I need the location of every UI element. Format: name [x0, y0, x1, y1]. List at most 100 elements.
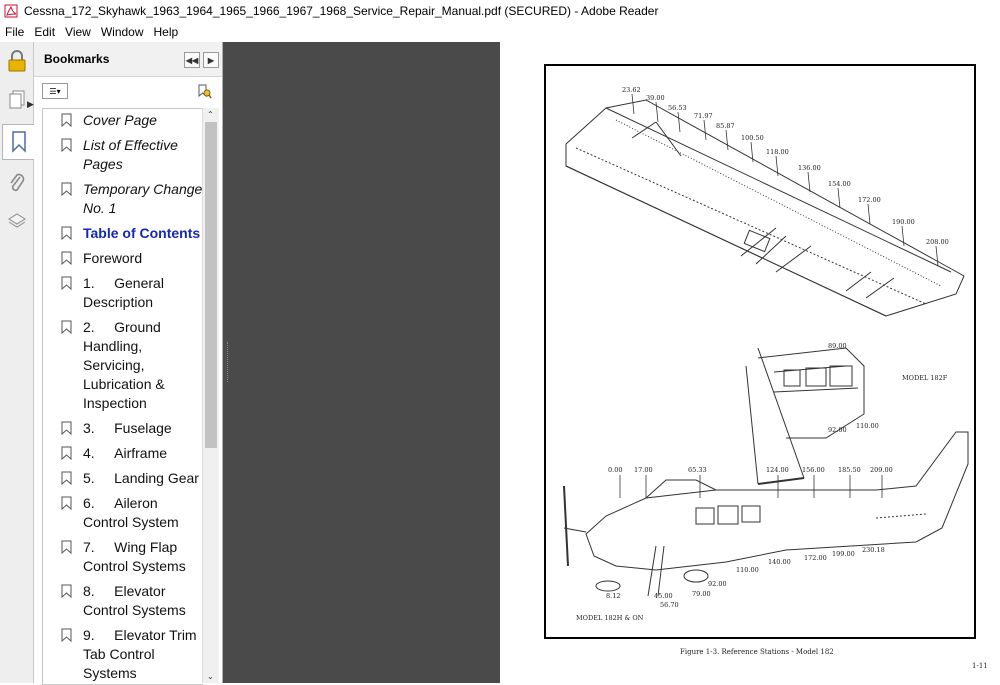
bookmark-item[interactable]: List of Effective Pages — [43, 134, 203, 178]
bookmark-item[interactable]: 2. Ground Handling, Servicing, Lubricati… — [43, 316, 203, 417]
station-label: 89.00 — [828, 342, 847, 350]
attachment-icon — [10, 173, 25, 192]
station-label: 172.00 — [858, 196, 881, 204]
page-thumbnails-button[interactable] — [4, 87, 30, 113]
station-label: 65.33 — [688, 466, 707, 474]
menu-bar: File Edit View Window Help — [0, 22, 1000, 43]
pages-icon — [9, 90, 25, 109]
bookmark-icon — [61, 113, 72, 127]
station-label: 209.00 — [870, 466, 893, 474]
bookmark-label: 2. Ground Handling, Servicing, Lubricati… — [83, 319, 165, 411]
bookmark-label: 3. Fuselage — [83, 420, 172, 436]
bookmarks-toolbar: ☰▾ — [34, 77, 222, 105]
leader-line — [631, 93, 635, 115]
leader-line — [807, 171, 811, 193]
station-label: 199.00 — [832, 550, 855, 558]
bookmark-list[interactable]: Cover Page List of Effective Pages Tempora… — [42, 108, 203, 685]
station-label: 56.53 — [668, 104, 687, 112]
bookmarks-panel-header: Bookmarks ◀◀ ▶ — [34, 42, 222, 77]
bookmark-label: 4. Airframe — [83, 445, 168, 461]
bookmark-item[interactable]: Table of Contents — [43, 222, 203, 247]
scroll-up-arrow[interactable]: ⌃ — [207, 110, 214, 119]
navigation-pane-toolbar: ▶ — [0, 42, 34, 683]
bookmark-item[interactable]: 7. Wing Flap Control Systems — [43, 536, 203, 580]
bookmark-icon — [61, 276, 72, 290]
bookmark-icon — [11, 131, 26, 153]
bookmark-icon — [61, 182, 72, 196]
station-label: MODEL 182F — [902, 374, 948, 382]
station-label: 71.97 — [694, 112, 713, 120]
pdf-page: 23.62 39.00 56.53 71.97 85.87 100.50 118.00 136… — [500, 42, 1000, 683]
layers-button[interactable] — [4, 208, 30, 234]
menu-window[interactable]: Window — [96, 25, 149, 39]
station-label: MODEL 182H & ON — [576, 614, 644, 622]
attachments-button[interactable] — [4, 170, 30, 196]
leader-line — [837, 187, 841, 209]
station-label: 208.00 — [926, 238, 949, 246]
bookmark-icon — [61, 421, 72, 435]
station-label: 39.00 — [646, 94, 665, 102]
bookmark-label: 7. Wing Flap Control Systems — [83, 539, 186, 574]
menu-view[interactable]: View — [60, 25, 96, 39]
figure-caption: Figure 1-3. Reference Stations - Model 1… — [680, 648, 834, 656]
reference-stations-figure: 23.62 39.0056.53 71.9785.87 100.50118.00 136… — [563, 86, 969, 622]
station-label: 110.00 — [736, 566, 759, 574]
menu-edit[interactable]: Edit — [29, 25, 60, 39]
bookmark-item[interactable]: 3. Fuselage — [43, 417, 203, 442]
station-label: 118.00 — [766, 148, 789, 156]
bookmark-item[interactable]: 1. General Description — [43, 272, 203, 316]
bookmarks-button[interactable] — [2, 124, 34, 160]
bookmark-label: Table of Contents — [83, 225, 201, 241]
bookmark-item[interactable]: 4. Airframe — [43, 442, 203, 467]
bookmarks-panel: Bookmarks ◀◀ ▶ ☰▾ Cover Page List of Effe… — [34, 42, 223, 685]
leader-line — [725, 129, 729, 151]
leader-line — [901, 225, 905, 247]
bookmark-label: 8. Elevator Control Systems — [83, 583, 186, 618]
station-label: 92.00 — [828, 426, 847, 434]
lock-icon — [8, 50, 26, 72]
expand-icon[interactable]: ▶ — [203, 52, 219, 68]
station-label: 154.00 — [828, 180, 851, 188]
leader-line — [677, 111, 681, 133]
bookmark-item[interactable]: Foreword — [43, 247, 203, 272]
bookmark-item[interactable]: 9. Elevator Trim Tab Control Systems — [43, 624, 203, 684]
bookmark-scrollbar[interactable]: ⌃ ⌄ — [202, 108, 219, 683]
bookmark-icon — [61, 540, 72, 554]
bookmarks-panel-title: Bookmarks — [44, 52, 110, 66]
bookmark-label: Temporary Change No. 1 — [83, 181, 203, 216]
scroll-thumb[interactable] — [205, 122, 217, 448]
options-icon[interactable]: ☰▾ — [42, 83, 68, 99]
menu-file[interactable]: File — [0, 25, 29, 39]
acrobat-icon — [4, 4, 18, 18]
bookmark-icon — [61, 628, 72, 642]
scroll-down-arrow[interactable]: ⌄ — [207, 672, 214, 681]
station-label: 190.00 — [892, 218, 915, 226]
figure-frame: 23.62 39.00 56.53 71.97 85.87 100.50 118.00 136… — [544, 64, 976, 639]
bookmark-label: 5. Landing Gear — [83, 470, 199, 486]
bookmark-icon — [61, 226, 72, 240]
station-label: 110.00 — [856, 422, 879, 430]
station-label: 140.00 — [768, 558, 791, 566]
station-label: 136.00 — [798, 164, 821, 172]
bookmark-item[interactable]: 5. Landing Gear — [43, 467, 203, 492]
security-button[interactable] — [4, 48, 30, 74]
collapse-icon[interactable]: ◀◀ — [184, 52, 200, 68]
pane-splitter[interactable] — [227, 342, 230, 382]
bookmark-icon — [61, 251, 72, 265]
find-bookmark-icon[interactable] — [196, 83, 212, 99]
bookmark-label: 9. Elevator Trim Tab Control Systems — [83, 627, 197, 681]
menu-help[interactable]: Help — [149, 25, 184, 39]
bookmark-item[interactable]: Cover Page — [43, 109, 203, 134]
station-label: 8.12 — [606, 592, 620, 600]
bookmark-icon — [61, 471, 72, 485]
title-bar: Cessna_172_Skyhawk_1963_1964_1965_1966_1… — [0, 0, 1000, 22]
bookmark-item[interactable]: Temporary Change No. 1 — [43, 178, 203, 222]
station-label: 85.87 — [716, 122, 735, 130]
bookmark-item[interactable]: 8. Elevator Control Systems — [43, 580, 203, 624]
station-label: 124.00 — [766, 466, 789, 474]
bookmark-item[interactable]: 6. Aileron Control System — [43, 492, 203, 536]
window-title: Cessna_172_Skyhawk_1963_1964_1965_1966_1… — [24, 4, 659, 18]
station-label: 172.00 — [804, 554, 827, 562]
document-viewer[interactable]: 23.62 39.00 56.53 71.97 85.87 100.50 118.00 136… — [223, 42, 1000, 683]
bookmark-label: Foreword — [83, 250, 143, 266]
